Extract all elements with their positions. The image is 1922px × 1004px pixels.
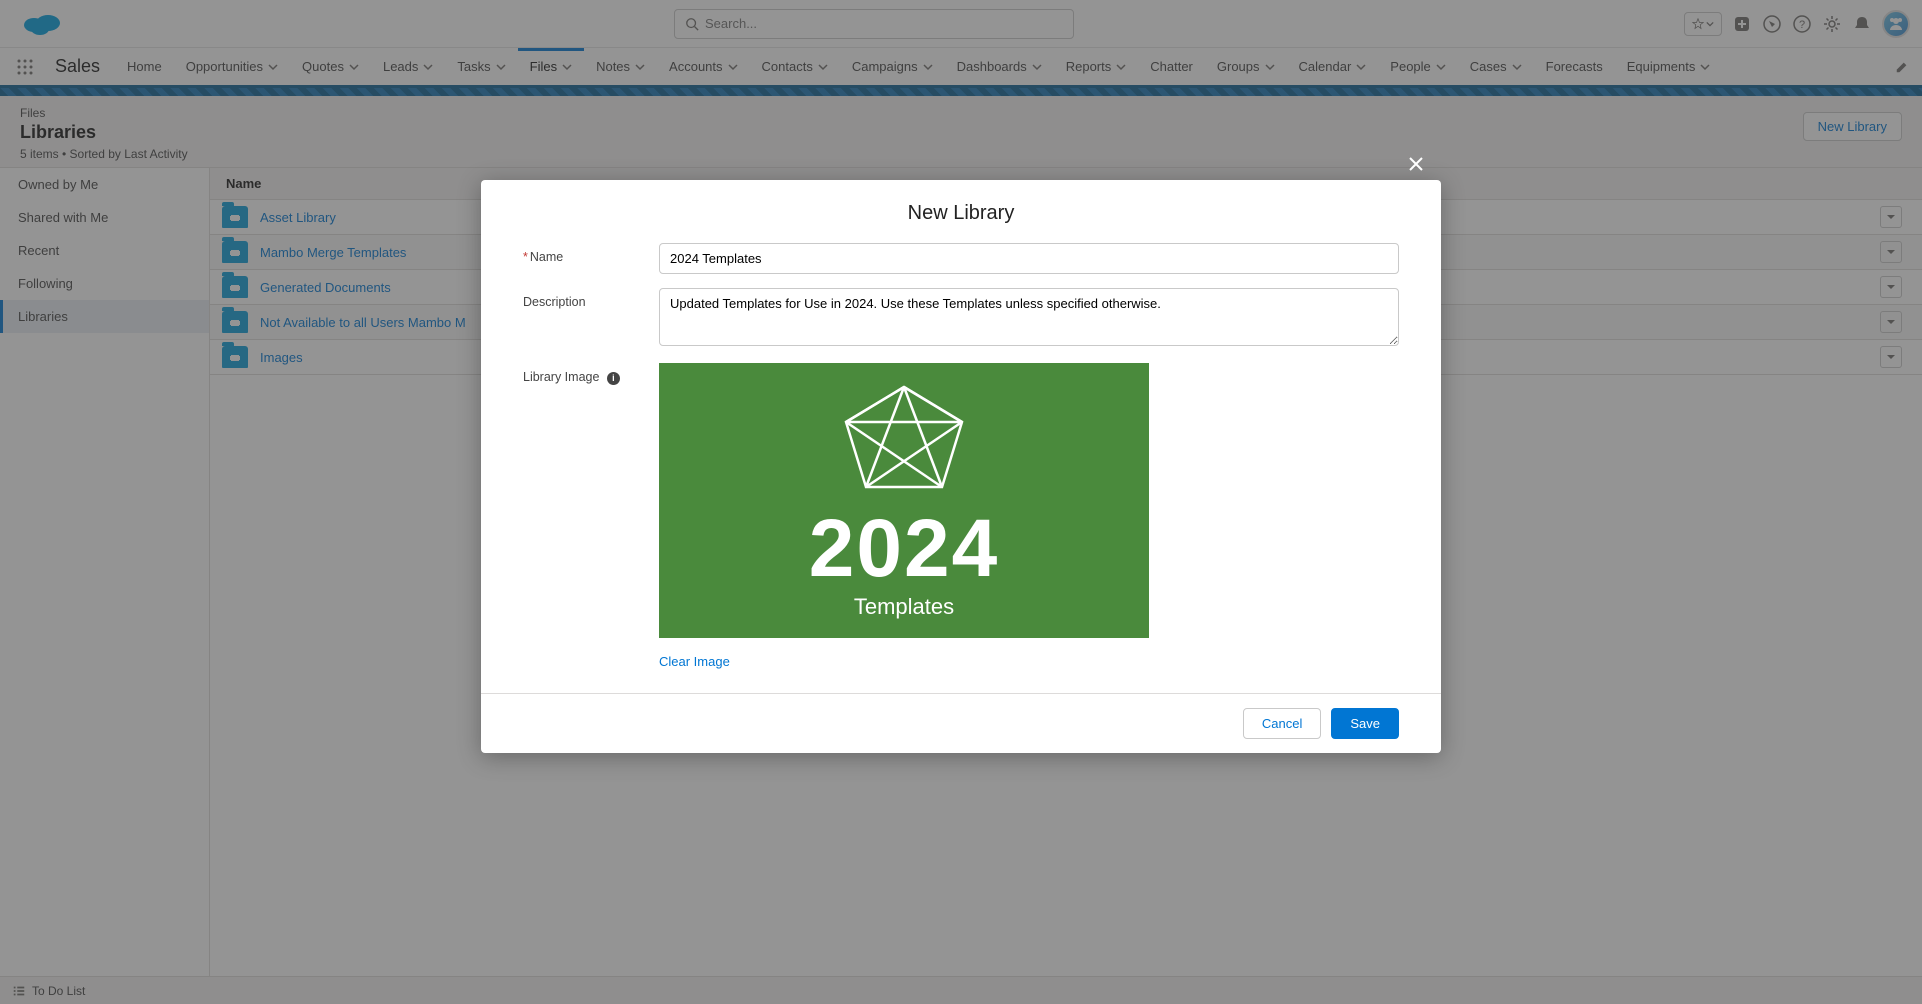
name-label: *Name <box>523 243 659 264</box>
name-input[interactable] <box>659 243 1399 274</box>
description-label: Description <box>523 288 659 309</box>
dice-icon <box>834 382 974 502</box>
image-main-text: 2024 <box>809 508 999 590</box>
save-button[interactable]: Save <box>1331 708 1399 739</box>
clear-image-link[interactable]: Clear Image <box>659 654 730 669</box>
new-library-modal: New Library *Name Description Libra <box>481 180 1441 753</box>
library-image-preview: 2024 Templates <box>659 363 1149 638</box>
cancel-button[interactable]: Cancel <box>1243 708 1321 739</box>
modal-overlay: New Library *Name Description Libra <box>0 0 1922 1004</box>
modal-title: New Library <box>481 180 1441 243</box>
modal-close-button[interactable] <box>1402 150 1430 178</box>
library-image-label: Library Image i <box>523 363 659 385</box>
description-textarea[interactable] <box>659 288 1399 346</box>
image-sub-text: Templates <box>854 594 954 620</box>
info-icon[interactable]: i <box>607 372 620 385</box>
